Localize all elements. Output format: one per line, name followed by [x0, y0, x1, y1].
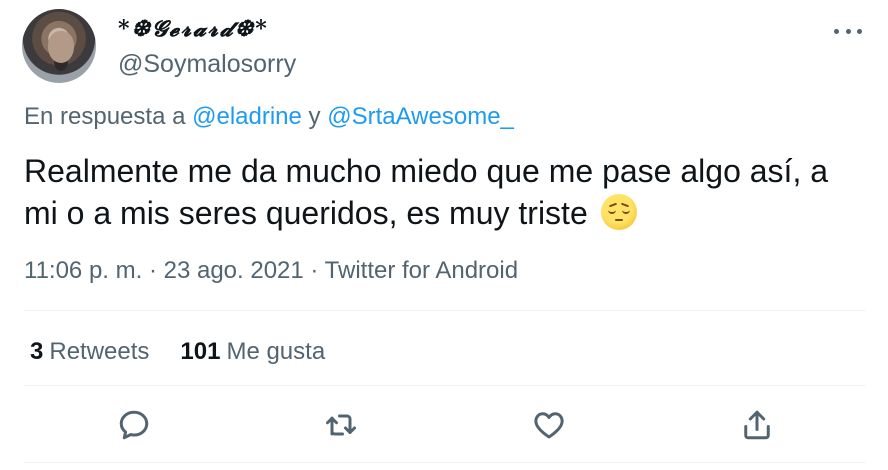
retweet-button[interactable] — [318, 402, 364, 448]
more-dot — [857, 28, 862, 34]
mention-link-eladrine[interactable]: @eladrine — [192, 103, 302, 130]
likes-label: Me gusta — [226, 338, 326, 365]
author-block: *❆𝓖𝓮𝓻𝓪𝓻𝓭❆* @Soymalosorry — [118, 15, 296, 79]
reply-icon — [119, 410, 149, 440]
avatar[interactable] — [22, 9, 96, 83]
retweets-label: Retweets — [49, 338, 150, 365]
retweet-icon — [326, 414, 356, 436]
likes-count: 101 — [180, 338, 221, 365]
more-dot — [834, 28, 839, 34]
reply-context: En respuesta a @eladrine y @SrtaAwesome_ — [24, 102, 514, 132]
author-handle[interactable]: @Soymalosorry — [118, 49, 296, 79]
share-button[interactable] — [734, 402, 780, 448]
tweet-body: Realmente me da mucho miedo que me pase … — [24, 153, 829, 231]
tweet-header: *❆𝓖𝓮𝓻𝓪𝓻𝓭❆* @Soymalosorry — [22, 9, 868, 83]
like-button[interactable] — [526, 402, 572, 448]
heart-icon — [534, 412, 564, 439]
retweets-stat[interactable]: 3 Retweets — [30, 337, 149, 367]
more-icon[interactable] — [834, 25, 862, 37]
share-icon — [744, 410, 770, 440]
reply-joiner: y — [301, 103, 328, 130]
retweets-count: 3 — [30, 338, 44, 365]
pensive-face-emoji-icon — [600, 194, 637, 230]
author-display-name[interactable]: *❆𝓖𝓮𝓻𝓪𝓻𝓭❆* — [118, 15, 296, 43]
divider — [24, 385, 866, 386]
mention-link-srtaawesome[interactable]: @SrtaAwesome_ — [327, 103, 514, 130]
tweet-meta[interactable]: 11:06 p. m. · 23 ago. 2021 · Twitter for… — [24, 256, 518, 286]
tweet-stats: 3 Retweets 101 Me gusta — [30, 337, 325, 367]
tweet-text: Realmente me da mucho miedo que me pase … — [24, 150, 854, 234]
reply-button[interactable] — [111, 402, 157, 448]
more-dot — [845, 28, 851, 34]
reply-prefix: En respuesta a — [24, 103, 193, 130]
divider — [24, 462, 866, 463]
divider — [24, 310, 866, 311]
likes-stat[interactable]: 101 Me gusta — [180, 337, 325, 367]
tweet-actions — [90, 402, 828, 448]
